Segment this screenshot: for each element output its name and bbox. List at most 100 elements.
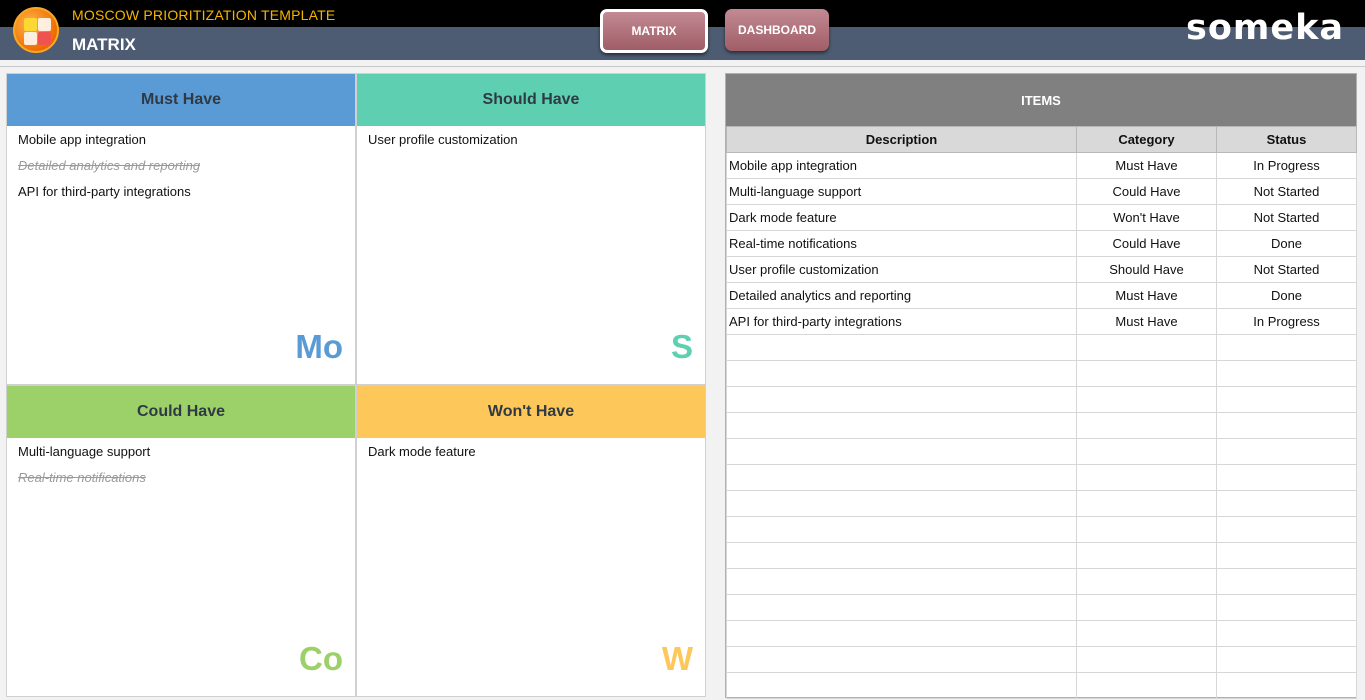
table-cell[interactable] [726, 334, 1077, 361]
quadrant-item[interactable]: Dark mode feature [368, 444, 694, 470]
quadrant-item[interactable]: API for third-party integrations [18, 184, 344, 210]
table-cell[interactable] [1216, 334, 1357, 361]
could-have-quadrant: Could Have Multi-language support Real-ti… [6, 385, 356, 697]
column-header[interactable]: Description [726, 126, 1077, 153]
items-title: ITEMS [726, 74, 1356, 126]
quadrant-letter: Co [299, 640, 343, 677]
table-cell[interactable] [1216, 464, 1357, 491]
table-cell[interactable]: Won't Have [1076, 204, 1217, 231]
table-cell[interactable] [1076, 490, 1217, 517]
table-cell[interactable]: Not Started [1216, 256, 1357, 283]
table-cell[interactable] [1076, 464, 1217, 491]
quadrant-header: Should Have [357, 74, 705, 126]
table-cell[interactable] [726, 438, 1077, 465]
table-cell[interactable] [726, 360, 1077, 387]
table-cell[interactable]: Could Have [1076, 178, 1217, 205]
table-cell[interactable] [1216, 490, 1357, 517]
table-cell[interactable] [726, 490, 1077, 517]
app-logo-icon [13, 7, 59, 53]
quadrant-item[interactable]: Real-time notifications [18, 470, 344, 496]
quadrant-list: Dark mode feature [357, 438, 705, 476]
table-cell[interactable] [1216, 672, 1357, 699]
table-cell[interactable]: Not Started [1216, 178, 1357, 205]
wont-have-quadrant: Won't Have Dark mode feature W [356, 385, 706, 697]
table-cell[interactable] [1076, 412, 1217, 439]
table-cell[interactable]: Should Have [1076, 256, 1217, 283]
empty-table-row [726, 568, 1357, 595]
table-cell[interactable] [1076, 646, 1217, 673]
table-cell[interactable] [1076, 568, 1217, 595]
table-cell[interactable]: Done [1216, 282, 1357, 309]
quadrant-item[interactable]: Multi-language support [18, 444, 344, 470]
column-header[interactable]: Status [1216, 126, 1357, 153]
quadrant-item[interactable]: Detailed analytics and reporting [18, 158, 344, 184]
table-cell[interactable] [1216, 620, 1357, 647]
table-cell[interactable]: Multi-language support [726, 178, 1077, 205]
table-cell[interactable] [726, 594, 1077, 621]
table-cell[interactable]: Done [1216, 230, 1357, 257]
table-cell[interactable]: In Progress [1216, 152, 1357, 179]
table-cell[interactable]: Could Have [1076, 230, 1217, 257]
page-title: MATRIX [72, 35, 136, 54]
table-cell[interactable] [1216, 412, 1357, 439]
table-header-row: Description Category Status [726, 126, 1357, 153]
table-cell[interactable] [726, 672, 1077, 699]
table-cell[interactable] [726, 568, 1077, 595]
table-cell[interactable]: Must Have [1076, 308, 1217, 335]
empty-table-row [726, 412, 1357, 439]
table-cell[interactable] [1076, 334, 1217, 361]
quadrant-list: User profile customization [357, 126, 705, 164]
table-cell[interactable] [1216, 594, 1357, 621]
table-cell[interactable]: Must Have [1076, 152, 1217, 179]
dashboard-nav-button[interactable]: DASHBOARD [725, 9, 829, 51]
table-cell[interactable] [1076, 438, 1217, 465]
quadrant-letter: W [661, 640, 693, 677]
quadrant-item[interactable]: User profile customization [368, 132, 694, 158]
quadrant-header: Must Have [7, 74, 355, 126]
quadrant-list: Mobile app integration Detailed analytics… [7, 126, 355, 216]
table-cell[interactable] [1216, 542, 1357, 569]
table-cell[interactable] [726, 516, 1077, 543]
table-cell[interactable]: Not Started [1216, 204, 1357, 231]
table-cell[interactable] [726, 464, 1077, 491]
table-cell[interactable] [1076, 516, 1217, 543]
table-cell[interactable] [1216, 568, 1357, 595]
table-cell[interactable]: In Progress [1216, 308, 1357, 335]
table-cell[interactable]: Mobile app integration [726, 152, 1077, 179]
brand-logo[interactable]: someka [1186, 8, 1344, 48]
table-cell[interactable] [1216, 386, 1357, 413]
table-row: User profile customization Should Have Not… [726, 256, 1357, 283]
table-cell[interactable] [726, 620, 1077, 647]
table-cell[interactable] [726, 542, 1077, 569]
items-panel: ITEMS Description Category Status Mobile a… [725, 73, 1357, 699]
quadrant-item[interactable]: Mobile app integration [18, 132, 344, 158]
matrix-nav-button[interactable]: MATRIX [600, 9, 708, 53]
table-cell[interactable]: API for third-party integrations [726, 308, 1077, 335]
table-cell[interactable] [1076, 542, 1217, 569]
table-cell[interactable]: Dark mode feature [726, 204, 1077, 231]
table-cell[interactable] [726, 412, 1077, 439]
table-cell[interactable] [1076, 672, 1217, 699]
table-cell[interactable] [1076, 594, 1217, 621]
table-cell[interactable] [1216, 516, 1357, 543]
table-cell[interactable]: User profile customization [726, 256, 1077, 283]
should-have-quadrant: Should Have User profile customization S [356, 73, 706, 385]
column-header[interactable]: Category [1076, 126, 1217, 153]
empty-table-row [726, 620, 1357, 647]
table-cell[interactable] [726, 386, 1077, 413]
table-cell[interactable] [1216, 438, 1357, 465]
table-cell[interactable] [1076, 620, 1217, 647]
app-title: MOSCOW PRIORITIZATION TEMPLATE [72, 7, 336, 23]
empty-table-row [726, 594, 1357, 621]
table-cell[interactable]: Must Have [1076, 282, 1217, 309]
table-cell[interactable] [1216, 646, 1357, 673]
table-cell[interactable]: Detailed analytics and reporting [726, 282, 1077, 309]
table-cell[interactable] [1076, 360, 1217, 387]
table-cell[interactable]: Real-time notifications [726, 230, 1077, 257]
app-header: MOSCOW PRIORITIZATION TEMPLATE MATRIX MA… [0, 0, 1365, 60]
must-have-quadrant: Must Have Mobile app integration Detailed… [6, 73, 356, 385]
table-cell[interactable] [1216, 360, 1357, 387]
table-row: Dark mode feature Won't Have Not Started [726, 204, 1357, 231]
table-cell[interactable] [726, 646, 1077, 673]
table-cell[interactable] [1076, 386, 1217, 413]
